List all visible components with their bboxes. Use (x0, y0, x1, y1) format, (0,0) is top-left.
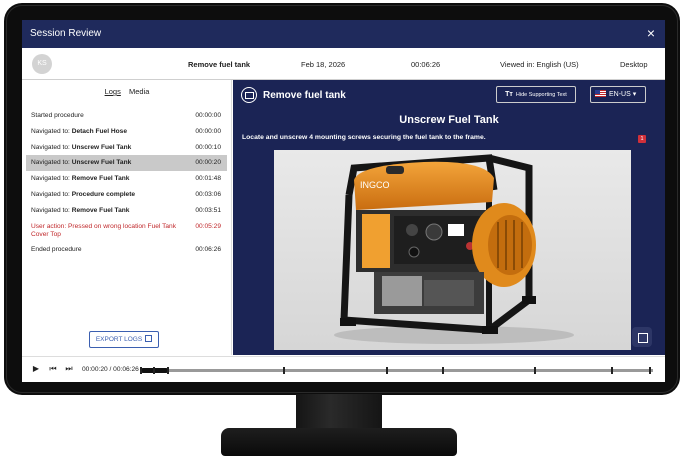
step-image[interactable]: INGCO (274, 150, 631, 350)
export-logs-button[interactable]: EXPORT LOGS (89, 331, 159, 348)
procedure-name: Remove fuel tank (188, 60, 251, 69)
log-time: 00:01:48 (195, 175, 221, 183)
log-message: Navigated to: Procedure complete (31, 191, 181, 199)
log-target: Unscrew Fuel Tank (71, 159, 132, 167)
log-time: 00:05:29 (195, 222, 221, 230)
language-select[interactable]: EN-US ▾ (590, 86, 646, 103)
generator-illustration: INGCO (274, 150, 631, 350)
log-message: User action: Pressed on wrong location F… (31, 223, 181, 239)
log-row[interactable]: Navigated to: Detach Fuel Hose 00:00:00 (26, 124, 227, 140)
monitor-stand-neck (296, 394, 382, 430)
timeline-marker[interactable] (166, 367, 169, 374)
logs-panel: Logs Media Started procedure 00:00:00 Navi… (22, 80, 232, 355)
step-title: Unscrew Fuel Tank (399, 114, 499, 126)
log-prefix: Navigated to: (31, 175, 72, 183)
log-message: Navigated to: Remove Fuel Tank (31, 207, 181, 215)
log-message: Navigated to: Unscrew Fuel Tank (31, 159, 181, 167)
skip-forward-icon[interactable]: ⏭ (63, 363, 75, 375)
log-target: Procedure complete (71, 190, 136, 198)
log-message: Navigated to: Detach Fuel Hose (31, 128, 181, 136)
log-time: 00:03:06 (195, 190, 221, 198)
viewed-language: Viewed in: English (US) (500, 60, 579, 69)
timeline-marker[interactable] (153, 367, 156, 374)
log-message: Navigated to: Remove Fuel Tank (31, 175, 181, 183)
panel-tabs: Logs Media (22, 87, 232, 96)
brand-label: INGCO (360, 180, 390, 190)
log-time: 00:00:00 (195, 112, 221, 119)
language-label: EN-US (609, 91, 631, 98)
timeline-bar: ▶ ⏮ ⏭ 00:00:20 / 00:06:26 (22, 356, 665, 382)
timeline-marker[interactable] (611, 367, 614, 374)
log-prefix: Navigated to: (31, 206, 72, 214)
log-prefix: Navigated to: (31, 190, 72, 198)
timeline-marker[interactable] (534, 367, 537, 374)
hide-supporting-text-button[interactable]: Tт Hide Supporting Text (496, 86, 576, 103)
log-time: 00:00:00 (195, 127, 221, 135)
log-target: Detach Fuel Hose (71, 127, 128, 135)
log-row[interactable]: Navigated to: Remove Fuel Tank 00:01:48 (26, 171, 227, 187)
hide-supporting-text-label: Hide Supporting Text (515, 92, 567, 98)
log-target: Remove Fuel Tank (71, 175, 130, 183)
window-title: Session Review (30, 28, 102, 39)
log-row[interactable]: User action: Pressed on wrong location F… (26, 219, 227, 242)
step-viewer: Remove fuel tank Tт Hide Supporting Text … (233, 80, 665, 355)
log-message: Started procedure (31, 112, 181, 120)
log-prefix: Navigated to: (31, 143, 72, 151)
log-prefix: Navigated to: (31, 159, 72, 167)
log-row[interactable]: Ended procedure 00:06:26 (26, 242, 227, 258)
timeline-marker[interactable] (283, 367, 286, 374)
us-flag-icon (595, 90, 606, 97)
log-list: Started procedure 00:00:00 Navigated to: D… (26, 108, 227, 257)
close-icon[interactable]: × (647, 25, 655, 41)
log-message: Navigated to: Unscrew Fuel Tank (31, 144, 181, 152)
tab-logs[interactable]: Logs (105, 87, 121, 96)
log-target: Unscrew Fuel Tank (71, 143, 132, 151)
log-prefix: Navigated to: (31, 127, 72, 135)
log-row[interactable]: Navigated to: Procedure complete 00:03:06 (26, 187, 227, 203)
chevron-down-icon: ▾ (632, 91, 637, 98)
log-time: 00:03:51 (195, 206, 221, 214)
log-target: Remove Fuel Tank (71, 206, 130, 214)
device-type: Desktop (620, 60, 648, 69)
timeline-marker[interactable] (140, 367, 142, 374)
viewer-header: Remove fuel tank Tт Hide Supporting Text … (233, 80, 665, 112)
log-time: 00:06:26 (195, 245, 221, 253)
timeline-track[interactable] (140, 367, 653, 374)
viewer-title: Remove fuel tank (263, 90, 346, 101)
timeline-marker[interactable] (649, 367, 652, 374)
session-info-bar: KS Remove fuel tank Feb 18, 2026 00:06:2… (22, 48, 665, 80)
screen: Session Review × KS Remove fuel tank Feb… (22, 20, 665, 382)
log-row[interactable]: Navigated to: Remove Fuel Tank 00:03:51 (26, 203, 227, 219)
avatar: KS (32, 54, 52, 74)
time-display: 00:00:20 / 00:06:26 (82, 366, 139, 373)
session-duration: 00:06:26 (411, 60, 441, 69)
play-icon[interactable]: ▶ (30, 363, 42, 375)
export-icon (145, 335, 153, 342)
log-time: 00:00:10 (195, 143, 221, 151)
log-row[interactable]: Navigated to: Unscrew Fuel Tank 00:00:10 (26, 140, 227, 156)
log-message: Ended procedure (31, 246, 181, 254)
timeline-marker[interactable] (442, 367, 445, 374)
log-prefix: Ended procedure (31, 245, 82, 253)
monitor-stand-base (221, 428, 457, 456)
log-prefix: User action: Pressed on wrong location F… (31, 222, 177, 238)
session-date: Feb 18, 2026 (301, 60, 346, 69)
export-logs-label: EXPORT LOGS (95, 336, 143, 343)
notification-badge[interactable]: 1 (638, 135, 646, 143)
tab-media[interactable]: Media (129, 87, 149, 96)
fullscreen-icon[interactable] (632, 327, 652, 347)
title-bar: Session Review × (22, 20, 665, 48)
print-icon[interactable] (241, 87, 257, 103)
log-row[interactable]: Navigated to: Unscrew Fuel Tank 00:00:20 (26, 155, 227, 172)
skip-back-icon[interactable]: ⏮ (47, 363, 59, 375)
text-size-icon: Tт (505, 91, 513, 98)
log-row[interactable]: Started procedure 00:00:00 (26, 108, 227, 124)
log-prefix: Started procedure (31, 112, 84, 119)
timeline-marker[interactable] (385, 367, 388, 374)
step-description: Locate and unscrew 4 mounting screws sec… (242, 134, 486, 141)
log-time: 00:00:20 (195, 159, 221, 167)
